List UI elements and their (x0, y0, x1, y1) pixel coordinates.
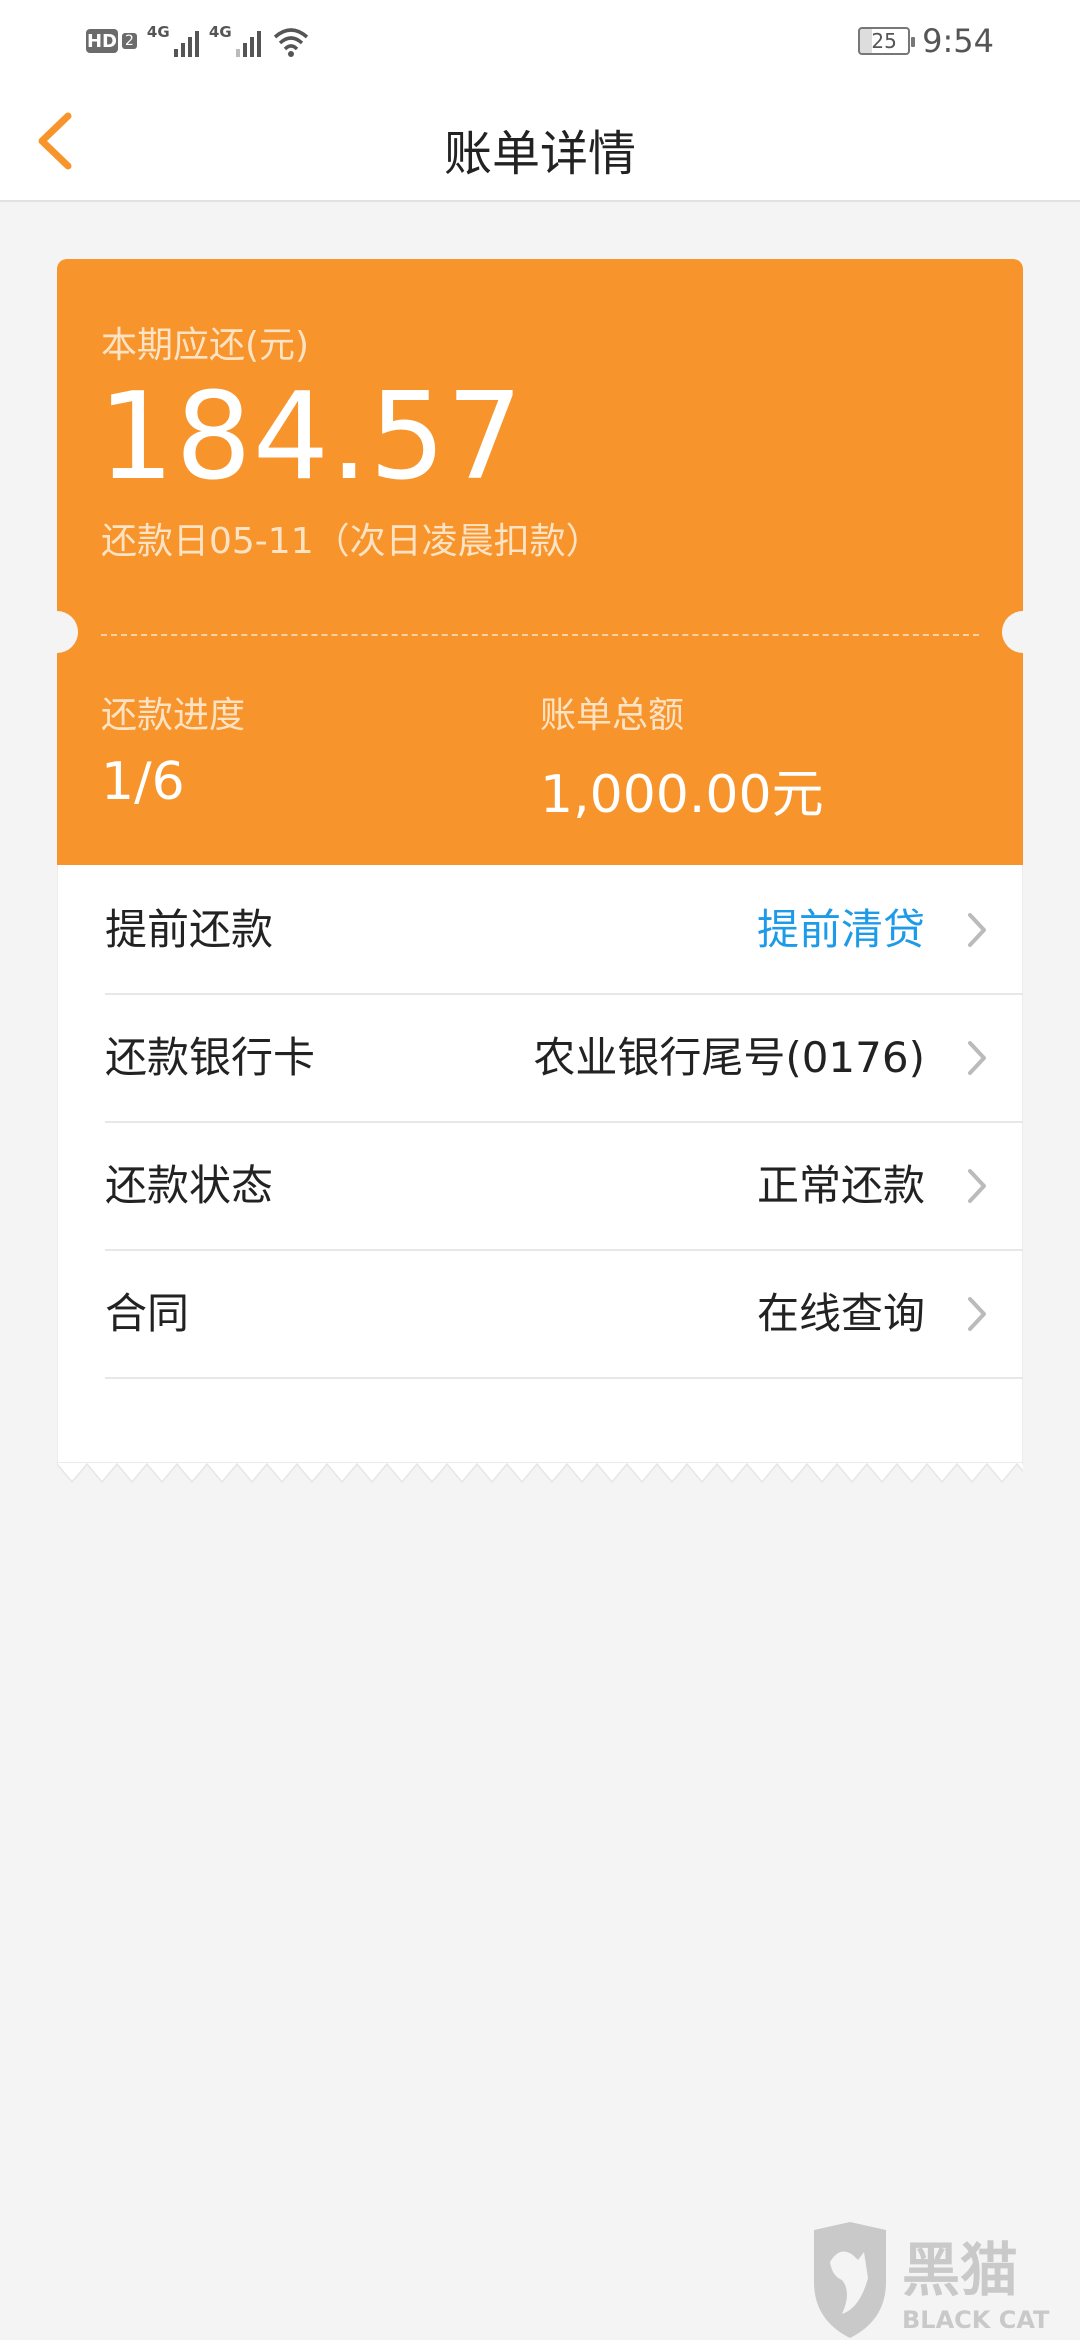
status-bar: HD 2 4G 4G 25 9:54 (0, 0, 1080, 80)
repayment-status-label: 还款状态 (105, 1161, 274, 1210)
ticket-notch-left (36, 611, 78, 653)
amount-due-label: 本期应还(元) (101, 325, 310, 366)
list-item-contract[interactable]: 合同 在线查询 (105, 1251, 1023, 1379)
amount-due-value: 184.57 (98, 368, 524, 507)
hd-voice-icon: HD (86, 29, 118, 53)
contract-value: 在线查询 (756, 1289, 925, 1338)
sim-number-badge: 2 (122, 33, 137, 49)
repayment-progress-label: 还款进度 (101, 695, 246, 736)
app-header: 账单详情 (0, 80, 1080, 202)
status-icons-right: 25 9:54 (858, 20, 994, 62)
sim1-network-label: 4G (146, 23, 170, 41)
sim1-signal-icon: 4G (147, 23, 199, 59)
ticket-notch-right (1002, 611, 1044, 653)
early-payoff-link[interactable]: 提前清贷 (757, 867, 925, 993)
battery-icon: 25 (858, 27, 916, 55)
early-repayment-label: 提前还款 (105, 905, 274, 954)
list-item-repayment-card[interactable]: 还款银行卡 农业银行尾号(0176) (105, 995, 1023, 1123)
status-icons-left: HD 2 4G 4G (86, 20, 311, 62)
wifi-icon (273, 28, 309, 57)
repayment-progress-value: 1/6 (101, 752, 185, 812)
bill-total-label: 账单总额 (540, 695, 685, 736)
chevron-right-icon (968, 1041, 986, 1075)
watermark-subtitle: BLACK CAT (902, 2306, 1050, 2334)
list-item-repayment-status[interactable]: 还款状态 正常还款 (105, 1123, 1023, 1251)
status-time: 9:54 (922, 22, 994, 60)
sim2-signal-icon: 4G (209, 23, 261, 59)
sim2-network-label: 4G (208, 23, 232, 41)
chevron-right-icon (968, 1169, 986, 1203)
repayment-card-value: 农业银行尾号(0176) (533, 1033, 925, 1082)
list-item-early-repayment[interactable]: 提前还款 提前清贷 (105, 867, 1023, 995)
chevron-right-icon (968, 913, 986, 947)
dashed-divider (101, 634, 979, 636)
chevron-right-icon (968, 1297, 986, 1331)
repayment-card-label: 还款银行卡 (105, 1033, 316, 1082)
ticket-zigzag-edge (57, 1462, 1023, 1484)
watermark-title: 黑猫 (902, 2236, 1018, 2304)
page-title: 账单详情 (443, 126, 636, 182)
due-date-text: 还款日05-11（次日凌晨扣款） (101, 521, 602, 562)
repayment-status-value: 正常还款 (756, 1161, 925, 1210)
row-divider (105, 1377, 1023, 1379)
contract-label: 合同 (105, 1289, 190, 1338)
battery-level: 25 (871, 29, 897, 53)
bill-total-value: 1,000.00元 (540, 765, 824, 825)
black-cat-watermark-logo: 黑猫 BLACK CAT (814, 2222, 1050, 2338)
